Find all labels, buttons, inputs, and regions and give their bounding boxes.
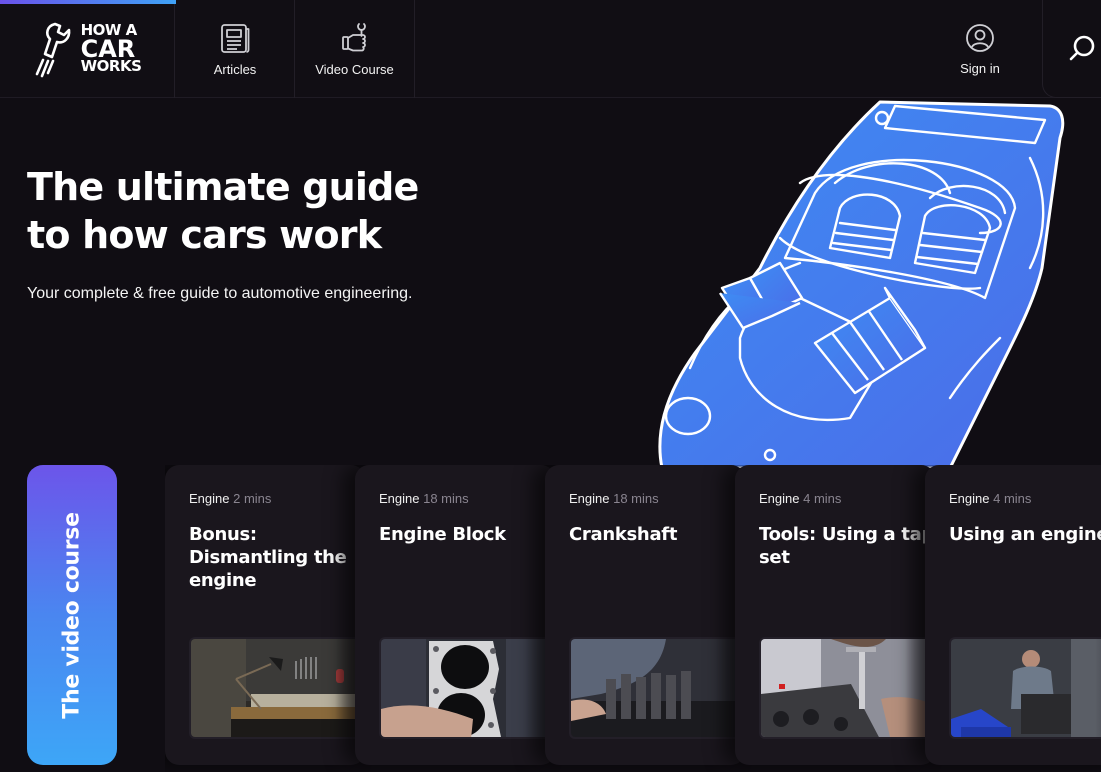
video-card-category: Engine <box>189 491 230 506</box>
sign-in-button[interactable]: Sign in <box>930 0 1030 98</box>
search-icon <box>1069 35 1094 60</box>
hero-title-line-2: to how cars work <box>27 213 382 257</box>
search-button[interactable] <box>1042 0 1101 98</box>
video-card-thumbnail <box>569 637 745 739</box>
video-card-title: Crankshaft <box>569 524 678 545</box>
site-logo[interactable]: HOW A CAR WORKS <box>0 0 175 98</box>
site-header: HOW A CAR WORKS Articles Video Course Si… <box>0 0 1101 98</box>
nav-video-course-label: Video Course <box>315 61 394 77</box>
video-card-duration: 4 mins <box>803 491 842 506</box>
video-card-meta: Engine 18 mins <box>379 491 469 506</box>
video-card-thumbnail <box>189 637 365 739</box>
user-circle-icon <box>966 23 994 52</box>
video-card-category: Engine <box>569 491 610 506</box>
video-card-meta: Engine 4 mins <box>949 491 1031 506</box>
video-card-duration: 18 mins <box>613 491 659 506</box>
video-card-title: Bonus: Dismantling the engine <box>189 524 347 591</box>
video-card-duration: 4 mins <box>993 491 1032 506</box>
video-card-title: Using an engine stand <box>949 524 1101 545</box>
video-course-tab-label: The video course <box>59 511 85 719</box>
video-card-duration: 2 mins <box>233 491 272 506</box>
video-card-title: Engine Block <box>379 524 506 545</box>
nav-articles-label: Articles <box>213 61 257 77</box>
video-course-tab[interactable]: The video course <box>27 465 117 765</box>
video-card-thumbnail <box>949 637 1101 739</box>
video-card-meta: Engine 18 mins <box>569 491 659 506</box>
scroll-progress-fill <box>0 0 177 4</box>
video-card-category: Engine <box>759 491 800 506</box>
hero-subtitle: Your complete & free guide to automotive… <box>27 285 413 302</box>
scroll-progress-bar <box>0 0 1101 4</box>
video-card[interactable]: Engine 18 mins Engine Block <box>355 465 555 765</box>
newspaper-icon <box>221 23 250 53</box>
video-card-meta: Engine 4 mins <box>759 491 841 506</box>
logo-line-3: WORKS <box>80 57 142 76</box>
nav-articles[interactable]: Articles <box>176 0 295 98</box>
video-card-thumbnail <box>759 637 935 739</box>
video-card-thumbnail <box>379 637 555 739</box>
video-card-title: Tools: Using a tap set <box>759 524 935 568</box>
video-card-carousel: Engine 2 mins Bonus: Dismantling the eng… <box>165 465 1101 772</box>
hero-title: The ultimate guide to how cars work <box>27 163 467 259</box>
video-card-category: Engine <box>379 491 420 506</box>
sign-in-label: Sign in <box>960 60 1000 76</box>
hero-title-line-1: The ultimate guide <box>27 165 419 209</box>
video-card[interactable]: Engine 2 mins Bonus: Dismantling the eng… <box>165 465 365 765</box>
video-card[interactable]: Engine 18 mins Crankshaft <box>545 465 745 765</box>
video-card[interactable]: Engine 4 mins Tools: Using a tap set <box>735 465 935 765</box>
wrench-icon <box>35 22 70 78</box>
video-card-duration: 18 mins <box>423 491 469 506</box>
car-illustration <box>658 100 1065 468</box>
video-card-meta: Engine 2 mins <box>189 491 271 506</box>
video-card[interactable]: Engine 4 mins Using an engine stand <box>925 465 1101 765</box>
logo-wordmark: HOW A CAR WORKS <box>80 23 142 76</box>
nav-video-course[interactable]: Video Course <box>295 0 415 98</box>
thumbs-up-wrench-icon <box>341 22 366 51</box>
video-card-category: Engine <box>949 491 990 506</box>
